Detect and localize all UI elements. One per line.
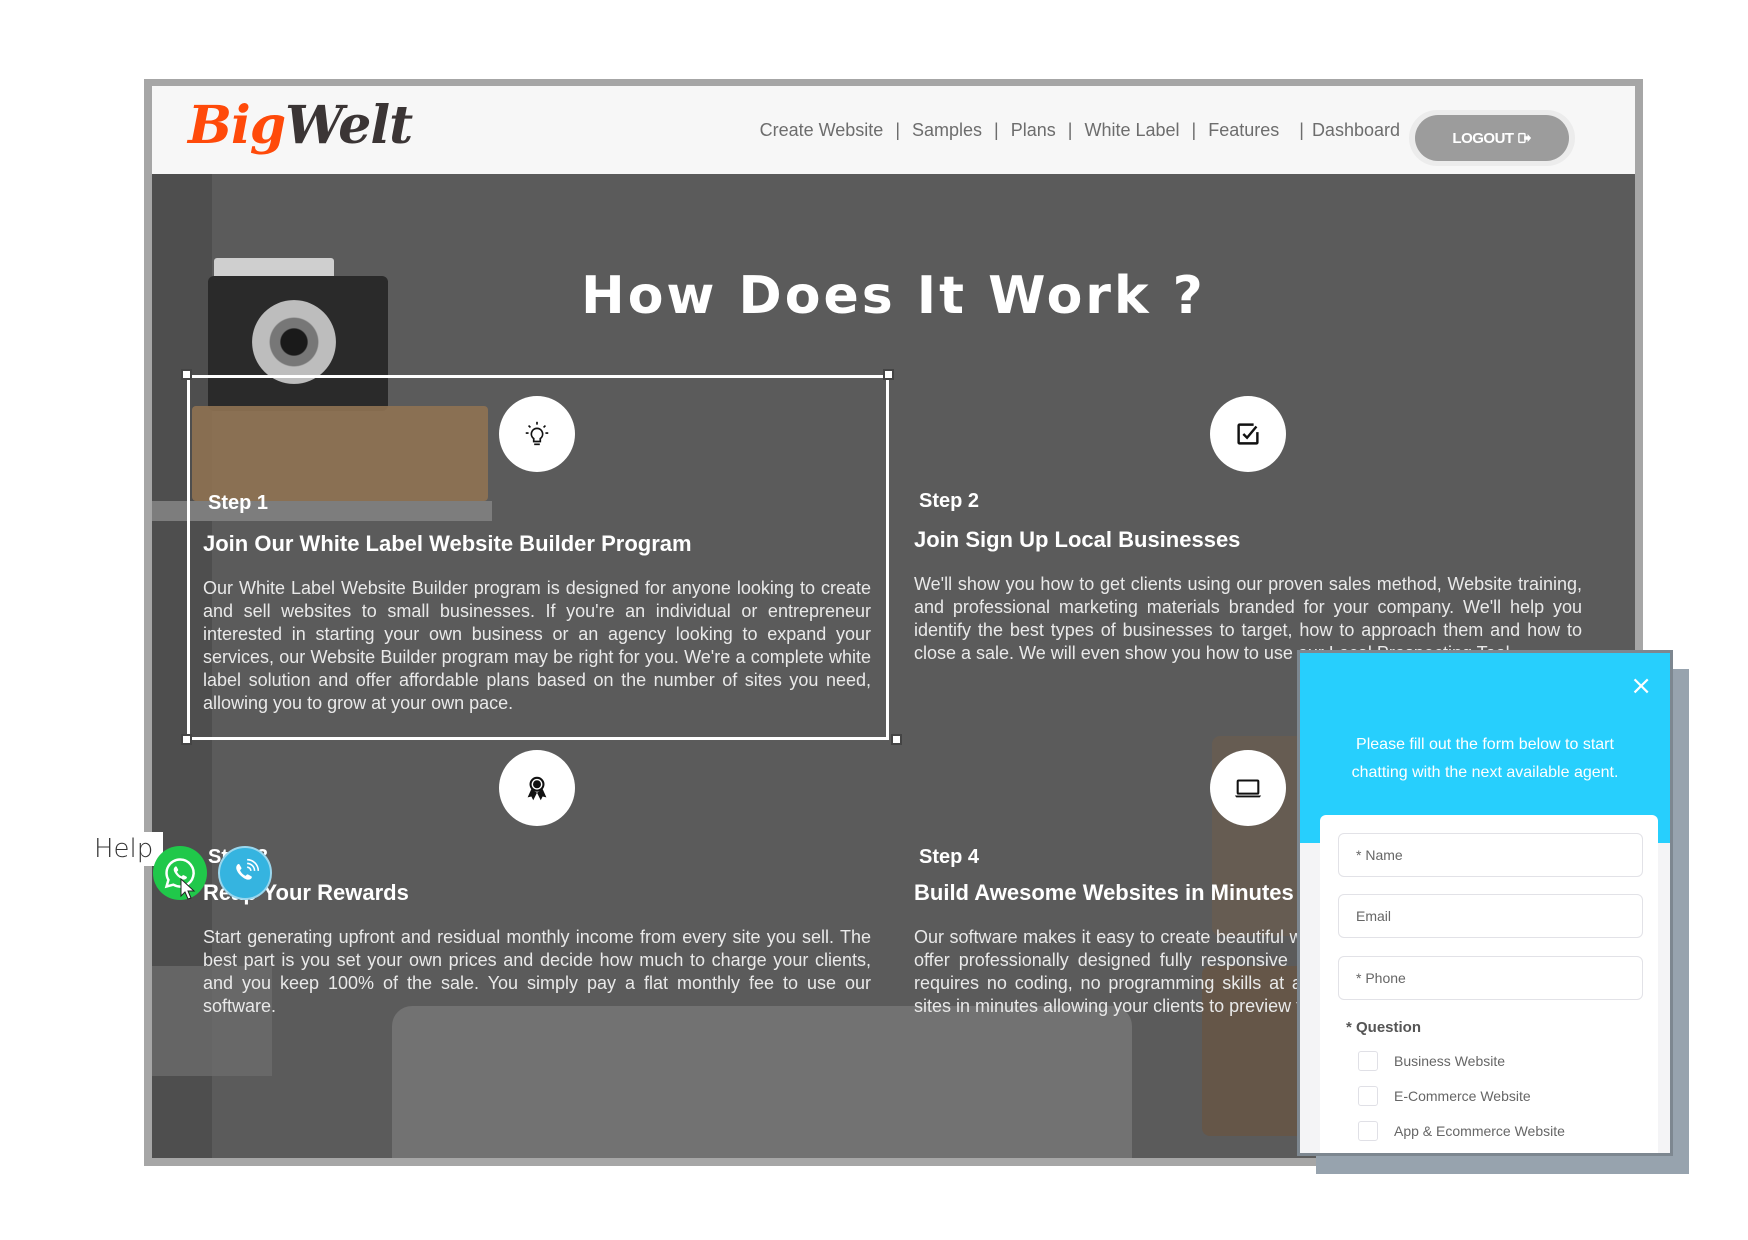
option-business-website[interactable]: Business Website (1358, 1051, 1505, 1071)
chat-widget: × Please fill out the form below to star… (1297, 650, 1673, 1156)
email-input[interactable] (1338, 894, 1643, 938)
logo-welt: Welt (285, 95, 413, 156)
logout-label: LOGOUT (1452, 129, 1514, 147)
checkbox[interactable] (1358, 1086, 1378, 1106)
resize-handle-bottom-left[interactable] (181, 734, 192, 745)
option-label: App & Ecommerce Website (1394, 1123, 1565, 1139)
option-label: Business Website (1394, 1053, 1506, 1069)
checkbox[interactable] (1358, 1121, 1378, 1141)
resize-handle-bottom-right[interactable] (891, 734, 902, 745)
phone-call-icon (236, 858, 260, 880)
close-icon[interactable]: × (1630, 673, 1652, 699)
step-1-label: Step 1 (208, 492, 269, 514)
option-label: E-Commerce Website (1394, 1088, 1531, 1104)
chat-form: * Question Business Website E-Commerce W… (1320, 815, 1658, 1153)
question-label: * Question (1346, 1019, 1422, 1036)
name-input[interactable] (1338, 833, 1643, 877)
phone-input[interactable] (1338, 956, 1643, 1000)
checkbox-icon (1237, 423, 1259, 445)
step-4-icon-circle (1210, 750, 1286, 826)
main-nav: Create Website | Samples | Plans | White… (760, 120, 1400, 141)
nav-separator: | (1299, 120, 1304, 140)
background-shelf (152, 501, 492, 521)
help-label[interactable]: Help (92, 832, 164, 866)
background-cork-box (192, 406, 488, 501)
sign-out-icon (1517, 132, 1531, 144)
chat-intro-text: Please fill out the form below to start … (1300, 731, 1670, 787)
nav-plans[interactable]: Plans (1011, 120, 1056, 141)
step-4-heading: Build Awesome Websites in Minutes (914, 880, 1294, 905)
step-3-icon-circle (499, 750, 575, 826)
logout-button-wrapper: LOGOUT (1409, 110, 1575, 166)
nav-dashboard[interactable]: Dashboard (1312, 120, 1400, 141)
logout-button[interactable]: LOGOUT (1415, 115, 1569, 161)
logo-big: Big (188, 95, 286, 156)
nav-features[interactable]: Features (1208, 120, 1279, 141)
step-2-heading: Join Sign Up Local Businesses (914, 527, 1241, 552)
site-header: BigWelt Create Website | Samples | Plans… (152, 86, 1635, 174)
step-1-icon-circle (499, 396, 575, 472)
background-laptop (392, 1006, 1132, 1158)
nav-separator: | (1067, 120, 1073, 140)
award-ribbon-icon (527, 776, 547, 801)
option-app-ecommerce-website[interactable]: App & Ecommerce Website (1358, 1121, 1565, 1141)
nav-separator: | (994, 120, 999, 140)
step-2-label: Step 2 (919, 490, 980, 512)
step-1-description: Our White Label Website Builder program … (203, 578, 871, 713)
step-1-heading: Join Our White Label Website Builder Pro… (203, 531, 692, 556)
nav-create-website[interactable]: Create Website (760, 120, 884, 141)
bigwelt-logo[interactable]: BigWelt (188, 100, 413, 152)
nav-white-label[interactable]: White Label (1084, 120, 1179, 141)
mouse-cursor-icon (180, 878, 196, 900)
nav-separator: | (1191, 120, 1197, 140)
step-3-description: Start generating upfront and residual mo… (203, 927, 871, 1016)
nav-separator: | (895, 120, 901, 140)
checkbox[interactable] (1358, 1051, 1378, 1071)
option-ecommerce-website[interactable]: E-Commerce Website (1358, 1086, 1531, 1106)
section-title: How Does It Work ? (581, 266, 1206, 326)
resize-handle-top-left[interactable] (181, 369, 192, 380)
step-4-label: Step 4 (919, 846, 980, 868)
phone-call-button[interactable] (218, 846, 272, 900)
lightbulb-icon (525, 421, 549, 446)
step-2-icon-circle (1210, 396, 1286, 472)
resize-handle-top-right[interactable] (883, 369, 894, 380)
chat-intro-line-1: Please fill out the form below to start (1356, 736, 1614, 753)
nav-samples[interactable]: Samples (912, 120, 982, 141)
chat-intro-line-2: chatting with the next available agent. (1351, 764, 1619, 781)
laptop-icon (1234, 779, 1262, 798)
